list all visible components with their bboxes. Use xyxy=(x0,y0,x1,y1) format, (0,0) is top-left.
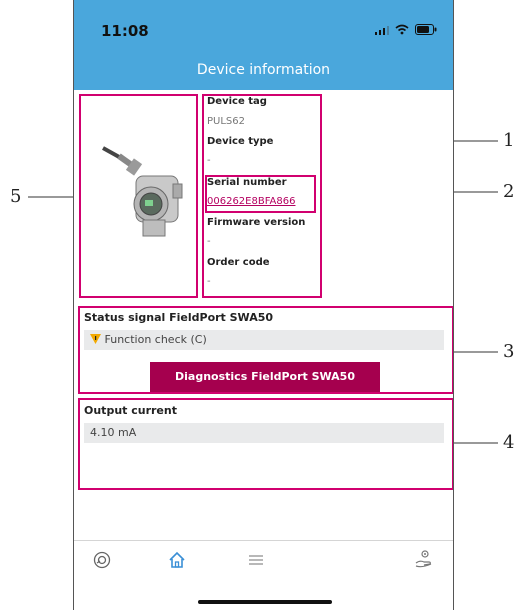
status-time: 11:08 xyxy=(101,22,149,40)
nav-divider xyxy=(74,540,453,541)
home-icon[interactable] xyxy=(168,551,186,569)
callout-4: 4 xyxy=(503,432,515,453)
output-current-title: Output current xyxy=(84,404,177,417)
callout-5: 5 xyxy=(10,186,22,207)
battery-icon xyxy=(415,24,437,35)
warning-icon xyxy=(90,334,101,344)
device-tag-label: Device tag xyxy=(207,96,267,107)
bottom-nav xyxy=(74,546,453,576)
device-tag-value: PULS62 xyxy=(207,116,245,127)
signal-icon xyxy=(375,25,389,35)
device-image-frame xyxy=(79,94,198,298)
settings-hand-icon[interactable] xyxy=(414,548,434,570)
output-current-row: 4.10 mA xyxy=(84,423,444,443)
home-indicator xyxy=(198,600,332,604)
diagnostics-button[interactable]: Diagnostics FieldPort SWA50 xyxy=(150,362,380,392)
serial-number-label: Serial number xyxy=(207,177,287,188)
status-signal-title: Status signal FieldPort SWA50 xyxy=(84,311,274,324)
status-signal-row: Function check (C) xyxy=(84,330,444,350)
order-code-value: - xyxy=(207,276,211,287)
menu-icon[interactable] xyxy=(247,551,265,569)
serial-number-link[interactable]: 006262E8BFA866 xyxy=(207,196,295,207)
status-icons xyxy=(375,24,437,35)
status-signal-value: Function check (C) xyxy=(104,333,207,346)
callout-1: 1 xyxy=(503,130,515,151)
header-bar: 11:08 Device information xyxy=(74,0,453,90)
device-type-label: Device type xyxy=(207,136,274,147)
firmware-value: - xyxy=(207,236,211,247)
callout-3: 3 xyxy=(503,341,515,362)
page-title: Device information xyxy=(196,62,331,78)
device-icon[interactable] xyxy=(93,551,111,569)
callout-2: 2 xyxy=(503,181,515,202)
device-image xyxy=(102,146,183,237)
phone-screen: 11:08 Device information Device tag PULS… xyxy=(73,0,454,610)
wifi-icon xyxy=(395,24,409,35)
firmware-label: Firmware version xyxy=(207,217,306,228)
order-code-label: Order code xyxy=(207,257,270,268)
device-type-value: - xyxy=(207,155,211,166)
